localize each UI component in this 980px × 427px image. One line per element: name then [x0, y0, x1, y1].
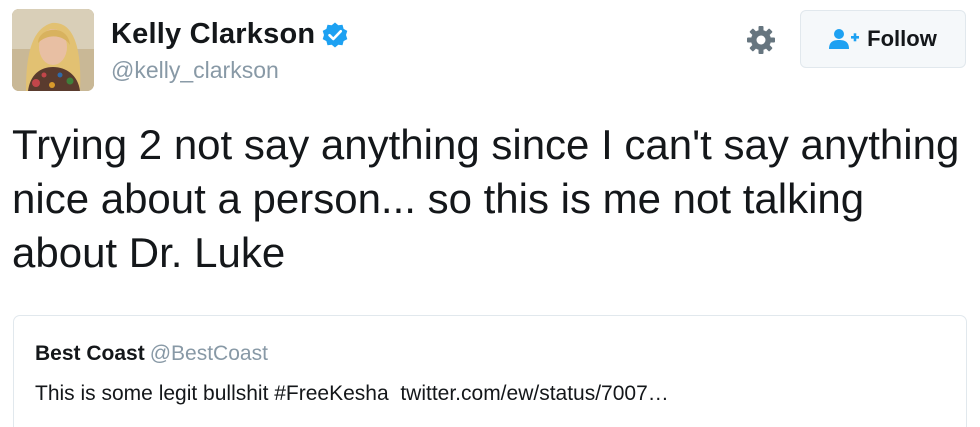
quoted-tweet-header: Best Coast @BestCoast — [35, 342, 268, 366]
quoted-author-name: Best Coast — [35, 342, 145, 365]
avatar-photo — [12, 9, 94, 91]
gear-icon[interactable] — [745, 24, 777, 56]
tweet-card: Kelly Clarkson @kelly_clarkson Follow Tr… — [0, 0, 980, 427]
follow-button-label: Follow — [867, 26, 937, 51]
quoted-tweet-text: This is some legit bullshit #FreeKesha t… — [35, 382, 669, 405]
quoted-author-handle: @BestCoast — [149, 342, 268, 365]
add-user-icon — [829, 28, 860, 50]
avatar[interactable] — [12, 9, 94, 91]
author-handle[interactable]: @kelly_clarkson — [111, 57, 279, 84]
quoted-tweet[interactable]: Best Coast @BestCoast This is some legit … — [13, 315, 967, 427]
verified-badge-icon — [321, 21, 349, 49]
follow-button[interactable]: Follow — [800, 10, 966, 68]
author-display-name[interactable]: Kelly Clarkson — [111, 18, 315, 51]
author-name-row: Kelly Clarkson — [111, 18, 349, 51]
tweet-text: Trying 2 not say anything since I can't … — [12, 121, 960, 276]
